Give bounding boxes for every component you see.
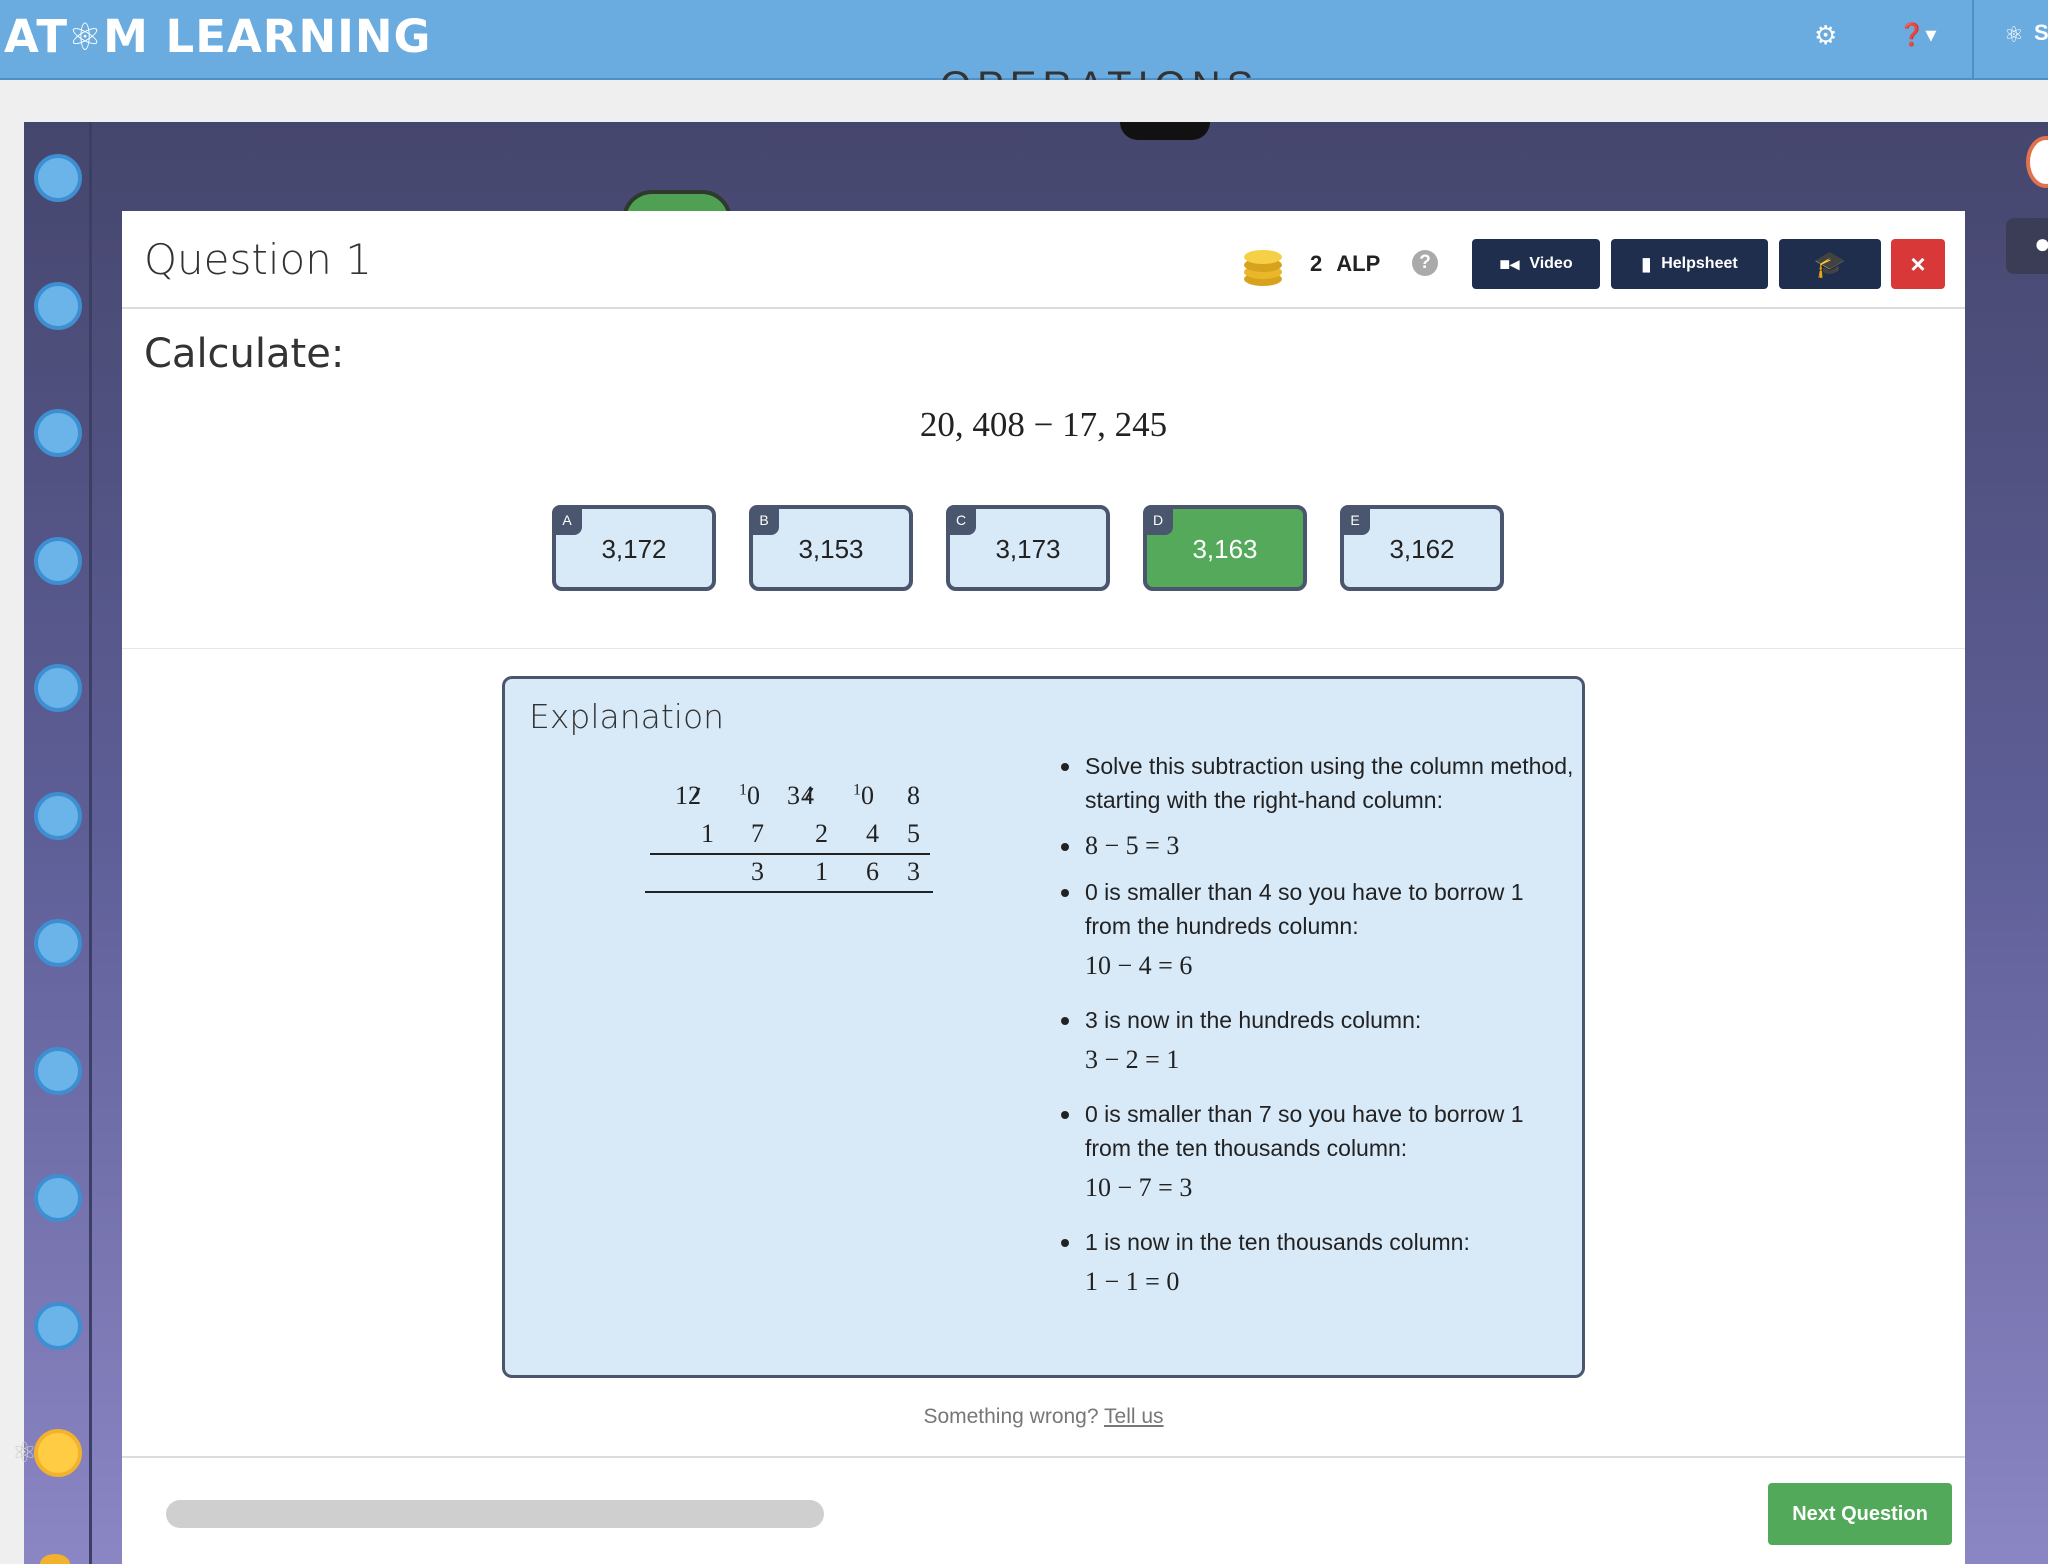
explanation-box: Explanation 1 2 10 3 4 10 8 1 7 2 4 5 3 …: [502, 676, 1585, 1378]
question-title: Question 1: [144, 235, 372, 284]
answer-option-c[interactable]: C 3,173: [946, 505, 1110, 591]
graduation-cap-icon: 🎓: [1813, 248, 1847, 279]
profile-initial[interactable]: S: [2034, 20, 2048, 46]
explanation-title: Explanation: [529, 697, 725, 736]
step-equation: 10 − 4 = 6: [1085, 951, 1193, 980]
atom-profile-icon[interactable]: ⚛: [2004, 22, 2024, 48]
progress-dot[interactable]: [34, 1174, 82, 1222]
divider: [122, 648, 1965, 649]
behind-page-title: OPERATIONS: [940, 50, 1259, 80]
step-item: 1 is now in the ten thousands column:: [1055, 1225, 1575, 1259]
navbar-divider: [1972, 0, 1974, 80]
settings-gear-icon[interactable]: ⚙: [1814, 20, 1837, 51]
alp-points: 2 ALP: [1310, 251, 1381, 276]
progress-dot[interactable]: [34, 1302, 82, 1350]
close-button[interactable]: ×: [1891, 239, 1945, 289]
progress-sidebar: [24, 122, 92, 1564]
step-item: 0 is smaller than 7 so you have to borro…: [1055, 1097, 1575, 1165]
step-item: 3 is now in the hundreds column:: [1055, 1003, 1575, 1037]
graduation-cap-button[interactable]: 🎓: [1779, 239, 1881, 289]
atom-icon: ⚛: [12, 1437, 38, 1468]
tell-us-link[interactable]: Tell us: [1104, 1405, 1164, 1428]
column-rule: [650, 853, 930, 855]
minuend-row: 1 2 10 3 4 10 8: [675, 781, 920, 810]
progress-dot[interactable]: [34, 537, 82, 585]
progress-dot[interactable]: [34, 1047, 82, 1095]
progress-dot[interactable]: [34, 282, 82, 330]
question-header: Question 1 2 ALP ? ■◂ Video ▮ Helpsheet 🎓 ×: [122, 211, 1965, 309]
progress-dot[interactable]: [34, 664, 82, 712]
video-camera-icon: ■◂: [1499, 253, 1520, 274]
progress-dot[interactable]: [34, 154, 82, 202]
progress-dot[interactable]: [34, 792, 82, 840]
video-button[interactable]: ■◂ Video: [1472, 239, 1600, 289]
question-panel: Question 1 2 ALP ? ■◂ Video ▮ Helpsheet 🎓 ×…: [122, 211, 1965, 1564]
user-icon[interactable]: ●: [2006, 218, 2048, 274]
help-dropdown-icon[interactable]: ❓▾: [1898, 22, 1936, 48]
column-rule: [645, 891, 933, 893]
column-subtraction: 1 2 10 3 4 10 8 1 7 2 4 5 3 1 6 3: [645, 777, 935, 893]
step-item: Solve this subtraction using the column …: [1055, 749, 1575, 817]
progress-dot[interactable]: [34, 409, 82, 457]
step-item: 8 − 5 = 3: [1055, 829, 1575, 863]
document-icon: ▮: [1641, 253, 1652, 274]
result-row: 3 1 6 3: [751, 857, 920, 886]
feedback-line: Something wrong? Tell us: [923, 1405, 1164, 1428]
progress-bar: [166, 1500, 824, 1528]
answer-option-d[interactable]: D 3,163: [1143, 505, 1307, 591]
alp-help-icon[interactable]: ?: [1412, 250, 1438, 276]
explanation-steps: Solve this subtraction using the column …: [1055, 749, 1575, 1319]
subtrahend-row: 1 7 2 4 5: [701, 819, 920, 848]
step-item: 0 is smaller than 4 so you have to borro…: [1055, 875, 1575, 943]
background-decoration: [1120, 122, 1210, 140]
progress-dot[interactable]: [34, 919, 82, 967]
atom-icon: ⚛: [68, 15, 104, 59]
coins-icon: [1244, 250, 1282, 286]
next-question-button[interactable]: Next Question: [1768, 1483, 1952, 1545]
answer-option-e[interactable]: E 3,162: [1340, 505, 1504, 591]
answer-option-b[interactable]: B 3,153: [749, 505, 913, 591]
progress-dot-current[interactable]: [34, 1429, 82, 1477]
helpsheet-button[interactable]: ▮ Helpsheet: [1611, 239, 1768, 289]
question-expression: 20, 408 − 17, 245: [919, 405, 1168, 444]
answer-option-a[interactable]: A 3,172: [552, 505, 716, 591]
step-equation: 10 − 7 = 3: [1085, 1173, 1193, 1202]
app-logo[interactable]: AT⚛M LEARNING: [4, 10, 431, 63]
step-equation: 1 − 1 = 0: [1085, 1267, 1180, 1296]
step-equation: 3 − 2 = 1: [1085, 1045, 1180, 1074]
question-prompt: Calculate:: [144, 331, 345, 377]
footer-divider: [122, 1456, 1965, 1458]
